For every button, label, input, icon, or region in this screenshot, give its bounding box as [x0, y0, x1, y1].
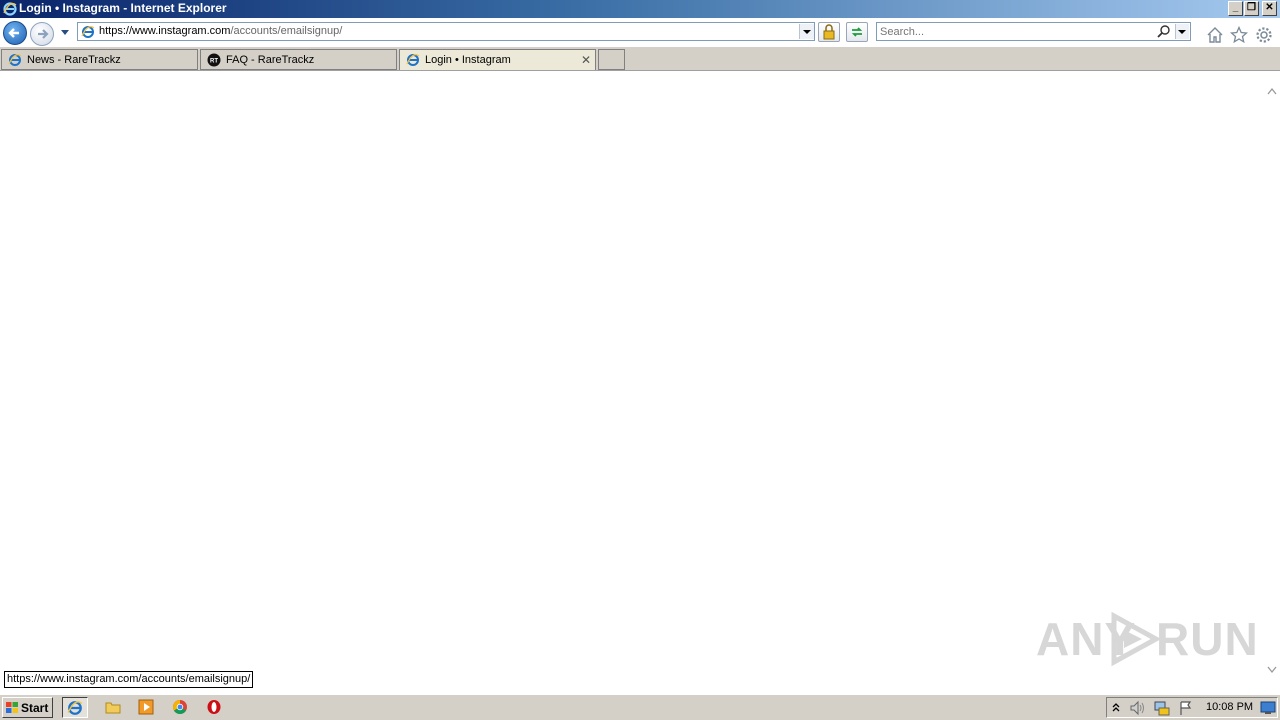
taskbar-internet-explorer[interactable]: [62, 697, 88, 718]
back-arrow-icon: [8, 28, 19, 38]
media-player-icon: [138, 699, 154, 715]
taskbar-media-player[interactable]: [134, 697, 160, 718]
chevron-down-icon: [803, 30, 811, 34]
network-icon[interactable]: [1153, 700, 1171, 716]
show-hidden-icons-icon[interactable]: [1111, 701, 1121, 713]
minimize-button[interactable]: _: [1228, 1, 1243, 16]
start-button[interactable]: Start: [2, 697, 53, 718]
navigation-bar: https://www.instagram.com/accounts/email…: [0, 18, 1280, 47]
refresh-icon: [851, 27, 863, 37]
taskbar-chrome[interactable]: [168, 697, 194, 718]
folder-icon: [105, 702, 121, 714]
tab-label: Login • Instagram: [425, 54, 511, 66]
tab-login-instagram[interactable]: Login • Instagram ✕: [399, 49, 596, 70]
volume-icon[interactable]: [1129, 700, 1147, 716]
opera-icon: [207, 700, 221, 714]
vertical-scrollbar[interactable]: [1264, 71, 1280, 693]
home-icon[interactable]: [1206, 26, 1224, 44]
tab-close-icon[interactable]: ✕: [581, 53, 591, 67]
back-button[interactable]: [3, 21, 27, 45]
ie-logo-icon: [3, 2, 17, 16]
windows-logo-icon: [6, 702, 18, 713]
forward-arrow-icon: [38, 29, 49, 39]
history-dropdown-icon[interactable]: [60, 30, 70, 36]
address-dropdown-button[interactable]: [799, 24, 814, 39]
tab-news-raretrackz[interactable]: News - RareTrackz: [1, 49, 198, 70]
scroll-down-arrow-icon[interactable]: [1267, 666, 1277, 674]
gear-icon[interactable]: [1255, 26, 1273, 44]
clock[interactable]: 10:08 PM: [1206, 701, 1253, 713]
page-content[interactable]: [0, 71, 1264, 693]
search-icon[interactable]: [1157, 24, 1172, 39]
new-tab-button[interactable]: [598, 49, 625, 70]
forward-button[interactable]: [30, 22, 54, 46]
chevron-down-icon: [1178, 30, 1186, 34]
taskbar-opera[interactable]: [202, 697, 228, 718]
status-url-tooltip: https://www.instagram.com/accounts/email…: [4, 671, 254, 688]
favorites-star-icon[interactable]: [1230, 26, 1248, 44]
tab-faq-raretrackz[interactable]: RT FAQ - RareTrackz: [200, 49, 397, 70]
tab-bar: News - RareTrackz RT FAQ - RareTrackz Lo…: [0, 47, 1280, 71]
title-bar: Login • Instagram - Internet Explorer _ …: [0, 0, 1280, 18]
search-box[interactable]: [876, 22, 1191, 41]
tab-label: News - RareTrackz: [27, 54, 121, 66]
search-input[interactable]: [877, 23, 1153, 40]
restore-button[interactable]: ❐: [1244, 1, 1259, 16]
show-desktop-icon[interactable]: [1260, 701, 1276, 715]
address-bar[interactable]: https://www.instagram.com/accounts/email…: [77, 22, 815, 41]
refresh-button[interactable]: [846, 22, 868, 42]
raretrackz-favicon-icon: RT: [207, 53, 221, 67]
taskbar-file-explorer[interactable]: [101, 697, 127, 718]
lock-icon: [823, 24, 835, 40]
ie-taskbar-icon: [67, 701, 83, 715]
window-title: Login • Instagram - Internet Explorer: [19, 1, 227, 15]
tab-label: FAQ - RareTrackz: [226, 54, 315, 66]
ie-page-icon: [406, 54, 420, 66]
ie-page-icon: [8, 54, 22, 66]
svg-text:RT: RT: [210, 59, 218, 65]
page-ie-icon: [81, 26, 95, 38]
search-provider-dropdown[interactable]: [1175, 24, 1189, 39]
close-button[interactable]: ✕: [1262, 1, 1277, 16]
address-text: https://www.instagram.com/accounts/email…: [99, 25, 343, 37]
scroll-up-arrow-icon[interactable]: [1267, 87, 1277, 95]
action-center-flag-icon[interactable]: [1178, 700, 1194, 716]
system-tray: 10:08 PM: [1106, 697, 1278, 718]
security-lock-button[interactable]: [818, 22, 840, 42]
taskbar: Start 10:08 PM: [0, 694, 1280, 720]
watermark: ANY RUN: [1036, 606, 1258, 670]
chrome-icon: [173, 700, 187, 714]
